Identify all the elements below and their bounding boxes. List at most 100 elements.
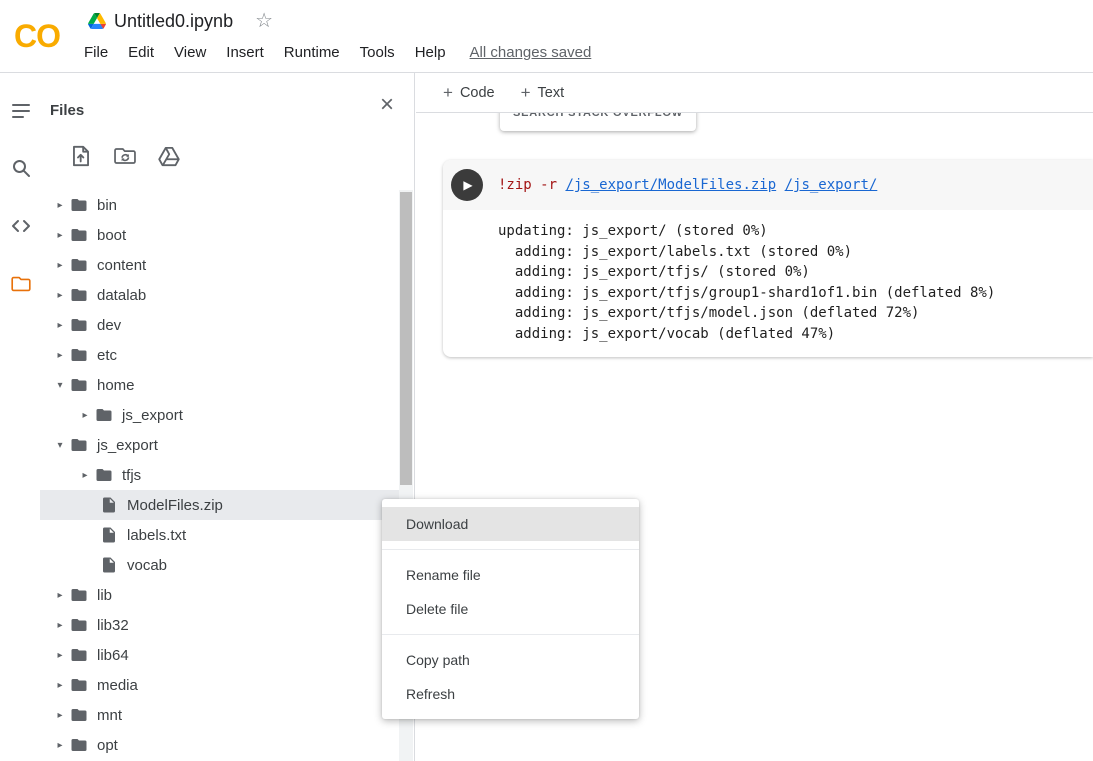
tree-item-etc[interactable]: ▸ etc: [40, 340, 399, 370]
chevron-right-icon[interactable]: ▸: [50, 230, 70, 241]
files-panel-title: Files: [50, 102, 84, 119]
folder-icon: [70, 286, 88, 304]
tree-item-label: js_export: [122, 407, 183, 424]
output-line: adding: js_export/tfjs/group1-shard1of1.…: [498, 283, 1093, 304]
add-text-button[interactable]: + Text: [521, 83, 565, 103]
close-icon[interactable]: ×: [380, 93, 394, 117]
tree-item-label: js_export: [97, 437, 158, 454]
code-line[interactable]: !zip -r /js_export/ModelFiles.zip /js_ex…: [498, 177, 877, 193]
tree-item-dev[interactable]: ▸ dev: [40, 310, 399, 340]
tree-item-vocab[interactable]: vocab: [40, 550, 399, 580]
refresh-folder-icon[interactable]: [112, 143, 138, 169]
file-tree: ▸ bin ▸ boot ▸ content ▸ datalab ▸: [40, 190, 399, 760]
tree-item-labels-txt[interactable]: labels.txt: [40, 520, 399, 550]
code-cell: ▶ !zip -r /js_export/ModelFiles.zip /js_…: [443, 160, 1093, 357]
tree-item-lib64[interactable]: ▸ lib64: [40, 640, 399, 670]
tree-item-lib32[interactable]: ▸ lib32: [40, 610, 399, 640]
chevron-right-icon[interactable]: ▸: [50, 290, 70, 301]
output-line: adding: js_export/tfjs/model.json (defla…: [498, 303, 1093, 324]
menu-help[interactable]: Help: [405, 44, 456, 61]
header-main: Untitled0.ipynb ☆ File Edit View Insert …: [74, 0, 591, 72]
folder-icon: [95, 466, 113, 484]
context-menu-download[interactable]: Download: [382, 507, 639, 541]
save-status-link[interactable]: All changes saved: [470, 44, 592, 61]
tree-item-label: lib64: [97, 647, 129, 664]
folder-icon: [70, 736, 88, 754]
chevron-right-icon[interactable]: ▸: [50, 710, 70, 721]
tree-item-label: tfjs: [122, 467, 141, 484]
context-menu-rename-file[interactable]: Rename file: [382, 558, 639, 592]
tree-item-home[interactable]: ▾ home: [40, 370, 399, 400]
tree-item-datalab[interactable]: ▸ datalab: [40, 280, 399, 310]
code-cell-input[interactable]: ▶ !zip -r /js_export/ModelFiles.zip /js_…: [443, 160, 1093, 210]
chevron-right-icon[interactable]: ▸: [50, 350, 70, 361]
tree-item-modelfiles-zip[interactable]: ModelFiles.zip: [40, 490, 399, 520]
chevron-right-icon[interactable]: ▸: [50, 680, 70, 691]
menu-edit[interactable]: Edit: [118, 44, 164, 61]
tree-item-label: mnt: [97, 707, 122, 724]
tree-item-label: bin: [97, 197, 117, 214]
tree-item-mnt[interactable]: ▸ mnt: [40, 700, 399, 730]
title-row: Untitled0.ipynb ☆: [74, 5, 591, 37]
search-stack-overflow-button[interactable]: SEARCH STACK OVERFLOW: [500, 113, 696, 131]
colab-logo[interactable]: CO: [0, 0, 74, 72]
tree-item-tfjs[interactable]: ▸ tfjs: [40, 460, 399, 490]
code-separator: [776, 177, 784, 193]
context-menu-copy-path[interactable]: Copy path: [382, 643, 639, 677]
context-menu-refresh[interactable]: Refresh: [382, 677, 639, 711]
chevron-right-icon[interactable]: ▸: [50, 620, 70, 631]
code-path-link-2[interactable]: /js_export/: [785, 177, 878, 193]
code-path-link-1[interactable]: /js_export/ModelFiles.zip: [565, 177, 776, 193]
context-menu-delete-file[interactable]: Delete file: [382, 592, 639, 626]
context-menu-divider: [382, 549, 639, 550]
add-code-button[interactable]: + Code: [443, 83, 495, 103]
output-line: adding: js_export/vocab (deflated 47%): [498, 324, 1093, 345]
tree-item-label: ModelFiles.zip: [127, 497, 223, 514]
menu-bar: File Edit View Insert Runtime Tools Help…: [74, 37, 591, 67]
chevron-right-icon[interactable]: ▸: [50, 740, 70, 751]
tree-item-label: media: [97, 677, 138, 694]
menu-insert[interactable]: Insert: [216, 44, 274, 61]
chevron-right-icon[interactable]: ▸: [50, 260, 70, 271]
tree-item-js-export[interactable]: ▾ js_export: [40, 430, 399, 460]
chevron-right-icon[interactable]: ▸: [50, 650, 70, 661]
tree-item-label: content: [97, 257, 146, 274]
context-menu-divider: [382, 634, 639, 635]
tree-item-home-js-export[interactable]: ▸ js_export: [40, 400, 399, 430]
folder-icon: [70, 646, 88, 664]
folder-icon: [70, 316, 88, 334]
colab-app: CO Untitled0.ipynb ☆ File Edit View Inse…: [0, 0, 1093, 761]
file-icon: [100, 526, 118, 544]
code-snippets-icon[interactable]: [10, 215, 32, 237]
files-scrollbar-thumb[interactable]: [400, 192, 412, 485]
tree-item-label: lib32: [97, 617, 129, 634]
notebook-title[interactable]: Untitled0.ipynb: [114, 11, 233, 32]
tree-item-lib[interactable]: ▸ lib: [40, 580, 399, 610]
files-panel-icon[interactable]: [10, 273, 32, 295]
folder-icon: [70, 616, 88, 634]
menu-view[interactable]: View: [164, 44, 216, 61]
folder-icon: [70, 586, 88, 604]
upload-file-icon[interactable]: [68, 143, 94, 169]
menu-file[interactable]: File: [74, 44, 118, 61]
tree-item-bin[interactable]: ▸ bin: [40, 190, 399, 220]
mount-drive-icon[interactable]: [156, 143, 182, 169]
search-icon[interactable]: [10, 157, 32, 179]
chevron-right-icon[interactable]: ▸: [50, 200, 70, 211]
chevron-right-icon[interactable]: ▸: [75, 470, 95, 481]
chevron-right-icon[interactable]: ▸: [50, 320, 70, 331]
run-cell-button[interactable]: ▶: [451, 169, 483, 201]
tree-item-boot[interactable]: ▸ boot: [40, 220, 399, 250]
menu-tools[interactable]: Tools: [350, 44, 405, 61]
chevron-right-icon[interactable]: ▸: [75, 410, 95, 421]
chevron-down-icon[interactable]: ▾: [50, 380, 70, 391]
tree-item-content[interactable]: ▸ content: [40, 250, 399, 280]
tree-item-opt[interactable]: ▸ opt: [40, 730, 399, 760]
star-icon[interactable]: ☆: [255, 11, 273, 31]
tree-item-label: vocab: [127, 557, 167, 574]
table-of-contents-icon[interactable]: [10, 100, 32, 122]
chevron-down-icon[interactable]: ▾: [50, 440, 70, 451]
tree-item-media[interactable]: ▸ media: [40, 670, 399, 700]
chevron-right-icon[interactable]: ▸: [50, 590, 70, 601]
menu-runtime[interactable]: Runtime: [274, 44, 350, 61]
